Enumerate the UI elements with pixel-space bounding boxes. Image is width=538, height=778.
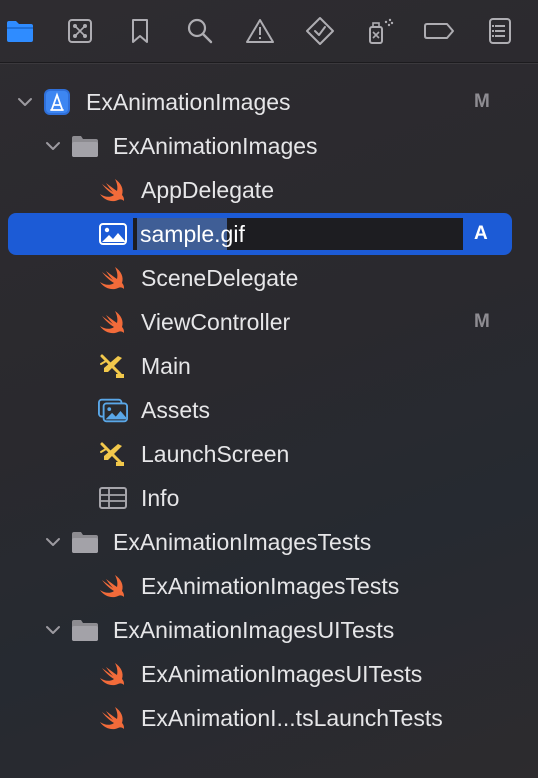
status-badge: M [474,311,490,332]
test-diamond-icon[interactable] [304,14,336,48]
storyboard-icon [98,352,128,380]
swift-icon [98,660,128,688]
tree-row-sample-gif[interactable]: sample.gif A [0,212,538,256]
xcode-project-icon [42,88,72,116]
rename-field[interactable]: sample.gif [133,218,463,250]
file-label: ViewController [141,309,291,335]
status-badge: M [474,91,490,112]
report-icon[interactable] [484,14,516,48]
tree-row-group-ui-tests[interactable]: ExAnimationImagesUITests [0,608,538,652]
storyboard-icon [98,440,128,468]
folder-icon [70,528,100,556]
tree-row-main-storyboard[interactable]: Main [0,344,538,388]
chevron-down-icon[interactable] [44,621,62,639]
project-label: ExAnimationImages [86,89,291,115]
swift-icon [98,572,128,600]
tree-row-app-delegate[interactable]: AppDelegate [0,168,538,212]
group-label: ExAnimationImages [113,133,318,159]
swift-icon [98,264,128,292]
folder-icon[interactable] [4,14,36,48]
chevron-down-icon[interactable] [44,137,62,155]
tree-row-tests-file[interactable]: ExAnimationImagesTests [0,564,538,608]
tree-row-group-main[interactable]: ExAnimationImages [0,124,538,168]
search-icon[interactable] [184,14,216,48]
source-control-icon[interactable] [64,14,96,48]
file-label: ExAnimationImagesUITests [141,661,423,687]
tree-row-scene-delegate[interactable]: SceneDelegate [0,256,538,300]
file-label: Info [141,485,180,511]
file-label: ExAnimationI...tsLaunchTests [141,705,443,731]
file-label: AppDelegate [141,177,274,203]
filename-stem: sample [140,221,215,247]
chevron-down-icon[interactable] [16,93,34,111]
group-label: ExAnimationImagesTests [113,529,372,555]
file-label: SceneDelegate [141,265,299,291]
tree-row-launch-screen[interactable]: LaunchScreen [0,432,538,476]
file-label: Main [141,353,191,379]
file-label: ExAnimationImagesTests [141,573,400,599]
image-file-icon [98,220,128,248]
swift-icon [98,704,128,732]
navigator-toolbar [0,0,538,63]
tree-row-launch-tests-file[interactable]: ExAnimationI...tsLaunchTests [0,696,538,740]
plist-table-icon [98,484,128,512]
filename-extension: .gif [214,221,245,247]
folder-icon [70,616,100,644]
tree-row-ui-tests-file[interactable]: ExAnimationImagesUITests [0,652,538,696]
tree-row-assets[interactable]: Assets [0,388,538,432]
bookmark-icon[interactable] [124,14,156,48]
swift-icon [98,176,128,204]
tree-row-view-controller[interactable]: ViewController M [0,300,538,344]
breakpoint-icon[interactable] [424,14,456,48]
chevron-down-icon[interactable] [44,533,62,551]
group-label: ExAnimationImagesUITests [113,617,395,643]
asset-catalog-icon [98,396,128,424]
tree-row-info-plist[interactable]: Info [0,476,538,520]
folder-icon [70,132,100,160]
status-badge: A [474,223,488,244]
tree-row-group-tests[interactable]: ExAnimationImagesTests [0,520,538,564]
warning-icon[interactable] [244,14,276,48]
debug-spray-icon[interactable] [364,14,396,48]
swift-icon [98,308,128,336]
file-label: Assets [141,397,211,423]
file-label: LaunchScreen [141,441,290,467]
tree-row-project[interactable]: ExAnimationImages M [0,80,538,124]
